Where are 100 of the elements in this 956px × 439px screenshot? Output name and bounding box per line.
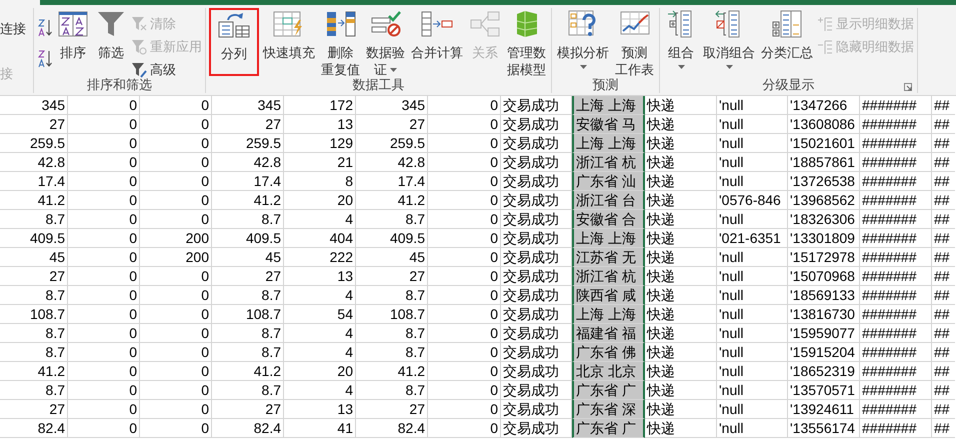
table-cell: 快递 — [645, 286, 717, 305]
table-cell: ####### — [860, 305, 932, 324]
table-cell: 广东省 广 — [572, 419, 645, 438]
table-cell: 345 — [0, 96, 68, 115]
flash-fill-icon — [273, 11, 305, 37]
ribbon-button[interactable]: 预测工作表 — [613, 8, 656, 78]
table-cell: 409.5 — [0, 229, 68, 248]
ribbon-button[interactable]: 连接 — [0, 18, 26, 40]
table-cell: 0 — [68, 305, 140, 324]
table-cell: 快递 — [645, 267, 717, 286]
table-cell: 'null — [717, 267, 788, 286]
table-cell: 0 — [140, 400, 212, 419]
table-cell: '13301809 — [788, 229, 860, 248]
table-cell: 27 — [0, 115, 68, 134]
ribbon-button[interactable]: 筛选 — [93, 8, 129, 61]
ribbon-button[interactable]: 合并计算 — [409, 8, 465, 61]
hide-detail-icon — [817, 39, 833, 55]
table-cell: 8.7 — [0, 324, 68, 343]
table-cell: 0 — [68, 115, 140, 134]
table-cell: 42.8 — [0, 153, 68, 172]
table-cell: 0 — [140, 191, 212, 210]
table-cell: ## — [932, 381, 955, 400]
table-cell: 345 — [356, 96, 428, 115]
table-cell: '13816730 — [788, 305, 860, 324]
table-cell: 27 — [356, 267, 428, 286]
table-cell: 409.5 — [356, 229, 428, 248]
table-cell: 27 — [212, 267, 284, 286]
table-cell: ####### — [860, 362, 932, 381]
table-cell: ## — [932, 305, 955, 324]
table-cell: 0 — [68, 134, 140, 153]
table-cell: 27 — [356, 400, 428, 419]
table-cell: 82.4 — [0, 419, 68, 438]
dialog-launcher-icon[interactable] — [904, 83, 912, 91]
table-cell: '1347266 — [788, 96, 860, 115]
table-cell: '15021601 — [788, 134, 860, 153]
table-cell: 21 — [284, 153, 356, 172]
table-cell: 41.2 — [212, 191, 284, 210]
table-cell: 41.2 — [356, 362, 428, 381]
table-cell: ## — [932, 324, 955, 343]
table-cell: ## — [932, 172, 955, 191]
table-cell: 345 — [212, 96, 284, 115]
table-cell: 82.4 — [212, 419, 284, 438]
table-cell: 41.2 — [356, 191, 428, 210]
ribbon-button[interactable]: 数据验证 — [364, 8, 407, 78]
table-cell: 上海 上海 — [572, 96, 645, 115]
table-cell: 41.2 — [0, 362, 68, 381]
table-cell: 27 — [212, 400, 284, 419]
table-cell: 广东省 佛 — [572, 343, 645, 362]
table-cell: 0 — [428, 286, 501, 305]
reapply-filter-icon — [131, 39, 147, 55]
what-if-analysis-icon — [568, 10, 598, 38]
table-cell: 200 — [140, 229, 212, 248]
sort-descending-icon — [37, 49, 53, 69]
ribbon-button[interactable]: 排序 — [55, 8, 91, 61]
table-cell: 27 — [0, 267, 68, 286]
table-cell: 浙江省 杭 — [572, 153, 645, 172]
table-cell: 0 — [68, 419, 140, 438]
clear-filter-icon — [131, 16, 147, 32]
table-cell: ####### — [860, 172, 932, 191]
table-cell: 0 — [140, 153, 212, 172]
table-cell: 浙江省 杭 — [572, 267, 645, 286]
ribbon-button[interactable]: 模拟分析 — [555, 8, 611, 69]
table-cell: 4 — [284, 343, 356, 362]
table-cell: 快递 — [645, 248, 717, 267]
table-cell: 0 — [140, 210, 212, 229]
table-cell: 4 — [284, 210, 356, 229]
table-cell: 27 — [212, 115, 284, 134]
table-cell: 8.7 — [0, 210, 68, 229]
table-cell: ####### — [860, 343, 932, 362]
table-cell: 8.7 — [0, 343, 68, 362]
table-cell: 0 — [428, 267, 501, 286]
ribbon-button[interactable]: 管理数据模型 — [505, 8, 548, 78]
table-cell: 0 — [140, 381, 212, 400]
table-cell: 8.7 — [212, 210, 284, 229]
ribbon-button[interactable]: 取消组合 — [701, 8, 757, 69]
table-cell: ####### — [860, 400, 932, 419]
table-cell: '13968562 — [788, 191, 860, 210]
ribbon-button[interactable]: 删除重复值 — [319, 8, 362, 78]
table-cell: 安徽省 马 — [572, 115, 645, 134]
table-cell: 0 — [68, 267, 140, 286]
table-cell: 0 — [428, 362, 501, 381]
table-cell: 快递 — [645, 172, 717, 191]
consolidate-icon — [421, 11, 453, 37]
table-cell: 'null — [717, 324, 788, 343]
table-cell: 上海 上海 — [572, 229, 645, 248]
ribbon-button[interactable]: 分列 — [209, 8, 259, 76]
table-cell: 8.7 — [0, 286, 68, 305]
table-cell: 快递 — [645, 324, 717, 343]
table-cell: 江苏省 无 — [572, 248, 645, 267]
sort-icon — [58, 11, 88, 37]
ribbon-button[interactable]: 快速填充 — [261, 8, 317, 61]
table-cell: 0 — [140, 419, 212, 438]
table-cell: ####### — [860, 210, 932, 229]
ribbon-button[interactable]: 组合 — [663, 8, 699, 69]
table-cell: ## — [932, 153, 955, 172]
table-cell: 广东省 广 — [572, 381, 645, 400]
ribbon-button[interactable]: 分类汇总 — [759, 8, 815, 61]
table-cell: 8.7 — [212, 381, 284, 400]
table-cell: 陕西省 咸 — [572, 286, 645, 305]
funnel-icon — [97, 11, 125, 37]
